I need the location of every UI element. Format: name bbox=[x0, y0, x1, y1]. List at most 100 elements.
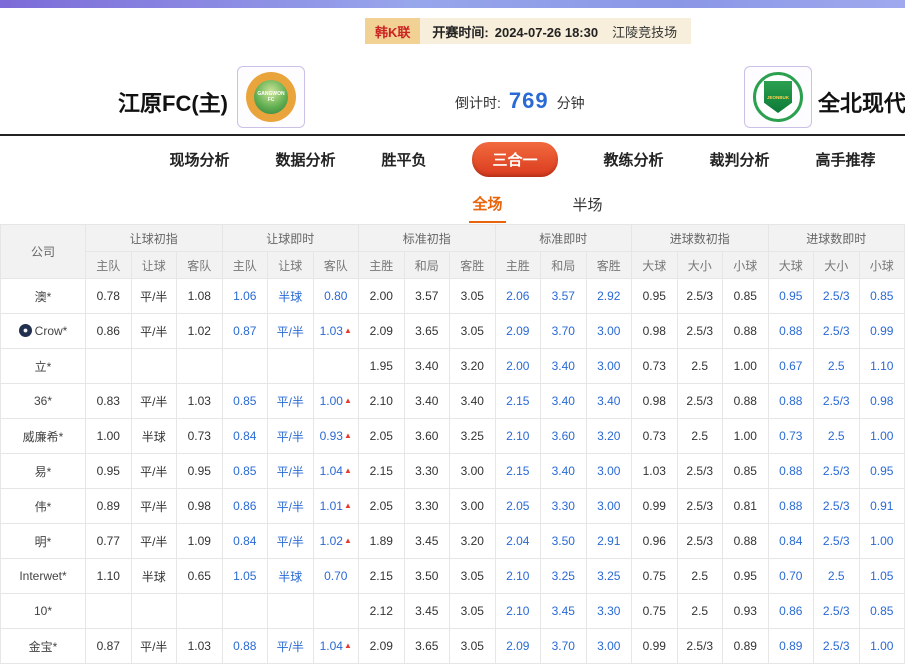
odds-cell[interactable]: 0.93 bbox=[723, 594, 769, 629]
odds-cell[interactable]: 3.45 bbox=[404, 594, 450, 629]
odds-cell[interactable]: 0.67 bbox=[768, 349, 814, 384]
odds-cell[interactable]: 0.89 bbox=[768, 629, 814, 664]
odds-cell[interactable]: 平/半 bbox=[131, 279, 177, 314]
odds-cell[interactable]: 1.03 bbox=[177, 629, 223, 664]
odds-cell[interactable]: 0.84 bbox=[222, 419, 268, 454]
odds-cell[interactable]: 2.05 bbox=[359, 489, 405, 524]
odds-cell[interactable]: 0.73 bbox=[768, 419, 814, 454]
bookmaker-name[interactable]: 澳* bbox=[1, 279, 86, 314]
odds-cell[interactable]: 2.5/3 bbox=[814, 594, 860, 629]
odds-cell[interactable]: 1.00 bbox=[859, 524, 905, 559]
odds-cell[interactable]: 0.87 bbox=[86, 629, 132, 664]
odds-cell[interactable]: 3.05 bbox=[450, 594, 496, 629]
odds-cell[interactable]: 3.57 bbox=[541, 279, 587, 314]
nav-tab-coach-analysis[interactable]: 教练分析 bbox=[604, 149, 664, 170]
odds-cell[interactable]: 平/半 bbox=[268, 314, 314, 349]
odds-cell[interactable]: 1.95 bbox=[359, 349, 405, 384]
odds-cell[interactable]: 平/半 bbox=[131, 524, 177, 559]
odds-cell[interactable]: 0.75 bbox=[632, 559, 678, 594]
odds-cell[interactable]: 2.05 bbox=[359, 419, 405, 454]
odds-cell[interactable]: 2.09 bbox=[495, 629, 541, 664]
odds-cell[interactable]: 0.88 bbox=[768, 384, 814, 419]
odds-cell[interactable]: 0.95 bbox=[723, 559, 769, 594]
odds-cell[interactable]: 2.09 bbox=[359, 314, 405, 349]
odds-cell[interactable]: 2.5/3 bbox=[814, 629, 860, 664]
odds-cell[interactable]: 平/半 bbox=[131, 629, 177, 664]
bookmaker-name[interactable]: Interwet* bbox=[1, 559, 86, 594]
odds-cell[interactable]: 平/半 bbox=[268, 384, 314, 419]
away-team-name[interactable]: 全北现代 bbox=[818, 86, 905, 118]
odds-cell[interactable]: 0.95 bbox=[177, 454, 223, 489]
odds-cell[interactable]: 3.05 bbox=[450, 559, 496, 594]
odds-cell[interactable]: 3.65 bbox=[404, 629, 450, 664]
odds-cell[interactable]: 0.95 bbox=[86, 454, 132, 489]
odds-cell[interactable]: 2.5/3 bbox=[677, 629, 723, 664]
odds-cell[interactable]: 3.00 bbox=[450, 489, 496, 524]
odds-cell[interactable]: 0.88 bbox=[768, 489, 814, 524]
nav-tab-live-analysis[interactable]: 现场分析 bbox=[169, 149, 229, 170]
bookmaker-name[interactable]: 金宝* bbox=[1, 629, 86, 664]
odds-cell[interactable]: 1.05 bbox=[222, 559, 268, 594]
odds-cell[interactable]: 1.10 bbox=[86, 559, 132, 594]
odds-cell[interactable]: 3.00 bbox=[586, 629, 632, 664]
nav-tab-three-in-one[interactable]: 三合一 bbox=[472, 142, 557, 177]
odds-cell[interactable]: 2.5/3 bbox=[814, 489, 860, 524]
odds-cell[interactable]: 2.10 bbox=[495, 594, 541, 629]
odds-cell[interactable]: 2.5/3 bbox=[677, 384, 723, 419]
odds-cell[interactable]: 1.03▲ bbox=[313, 314, 359, 349]
odds-cell[interactable]: 平/半 bbox=[268, 454, 314, 489]
odds-cell[interactable]: 0.73 bbox=[632, 349, 678, 384]
odds-cell[interactable]: 3.70 bbox=[541, 629, 587, 664]
odds-cell[interactable]: 平/半 bbox=[268, 419, 314, 454]
odds-cell[interactable]: 2.15 bbox=[359, 559, 405, 594]
odds-cell[interactable]: 1.06 bbox=[222, 279, 268, 314]
odds-cell[interactable]: 2.00 bbox=[359, 279, 405, 314]
odds-cell[interactable]: 3.40 bbox=[450, 384, 496, 419]
odds-cell[interactable]: 0.99 bbox=[632, 629, 678, 664]
bookmaker-name[interactable]: 明* bbox=[1, 524, 86, 559]
odds-cell[interactable]: 3.30 bbox=[586, 594, 632, 629]
odds-cell[interactable]: 平/半 bbox=[268, 489, 314, 524]
odds-cell[interactable]: 0.99 bbox=[632, 489, 678, 524]
odds-cell[interactable]: 3.50 bbox=[404, 559, 450, 594]
odds-cell[interactable]: 2.09 bbox=[495, 314, 541, 349]
odds-cell[interactable]: 0.86 bbox=[86, 314, 132, 349]
odds-cell[interactable]: 平/半 bbox=[131, 384, 177, 419]
odds-cell[interactable]: 3.25 bbox=[586, 559, 632, 594]
subtab-full-match[interactable]: 全场 bbox=[469, 184, 505, 223]
bookmaker-name[interactable]: 立* bbox=[1, 349, 86, 384]
odds-cell[interactable]: 2.5/3 bbox=[677, 524, 723, 559]
odds-cell[interactable]: 0.84 bbox=[768, 524, 814, 559]
odds-cell[interactable]: 平/半 bbox=[131, 489, 177, 524]
odds-cell[interactable]: 3.20 bbox=[450, 524, 496, 559]
odds-cell[interactable]: 0.73 bbox=[632, 419, 678, 454]
bookmaker-name[interactable]: 伟* bbox=[1, 489, 86, 524]
odds-cell[interactable]: 0.88 bbox=[723, 314, 769, 349]
odds-cell[interactable]: 0.96 bbox=[632, 524, 678, 559]
odds-cell[interactable]: 0.86 bbox=[222, 489, 268, 524]
odds-cell[interactable]: 平/半 bbox=[131, 454, 177, 489]
odds-cell[interactable]: 2.5/3 bbox=[814, 314, 860, 349]
odds-cell[interactable]: 2.15 bbox=[495, 384, 541, 419]
odds-cell[interactable]: 2.5/3 bbox=[814, 384, 860, 419]
odds-cell[interactable]: 0.93▲ bbox=[313, 419, 359, 454]
odds-cell[interactable]: 0.85 bbox=[222, 384, 268, 419]
odds-cell[interactable]: 1.00 bbox=[86, 419, 132, 454]
odds-cell[interactable]: 2.15 bbox=[495, 454, 541, 489]
odds-cell[interactable]: 3.65 bbox=[404, 314, 450, 349]
odds-cell[interactable]: 1.03 bbox=[632, 454, 678, 489]
odds-cell[interactable]: 2.04 bbox=[495, 524, 541, 559]
nav-tab-data-analysis[interactable]: 数据分析 bbox=[275, 149, 335, 170]
odds-cell[interactable]: 1.00 bbox=[859, 419, 905, 454]
odds-cell[interactable]: 半球 bbox=[131, 559, 177, 594]
odds-cell[interactable]: 3.05 bbox=[450, 314, 496, 349]
home-team-name[interactable]: 江原FC(主) bbox=[118, 86, 228, 118]
odds-cell[interactable]: 2.5/3 bbox=[677, 454, 723, 489]
odds-cell[interactable]: 3.05 bbox=[450, 279, 496, 314]
odds-cell[interactable]: 平/半 bbox=[131, 314, 177, 349]
odds-cell[interactable]: 2.5 bbox=[677, 559, 723, 594]
odds-cell[interactable]: 0.98 bbox=[859, 384, 905, 419]
odds-cell[interactable]: 0.85 bbox=[723, 454, 769, 489]
odds-cell[interactable]: 2.09 bbox=[359, 629, 405, 664]
subtab-half-match[interactable]: 半场 bbox=[570, 185, 606, 222]
